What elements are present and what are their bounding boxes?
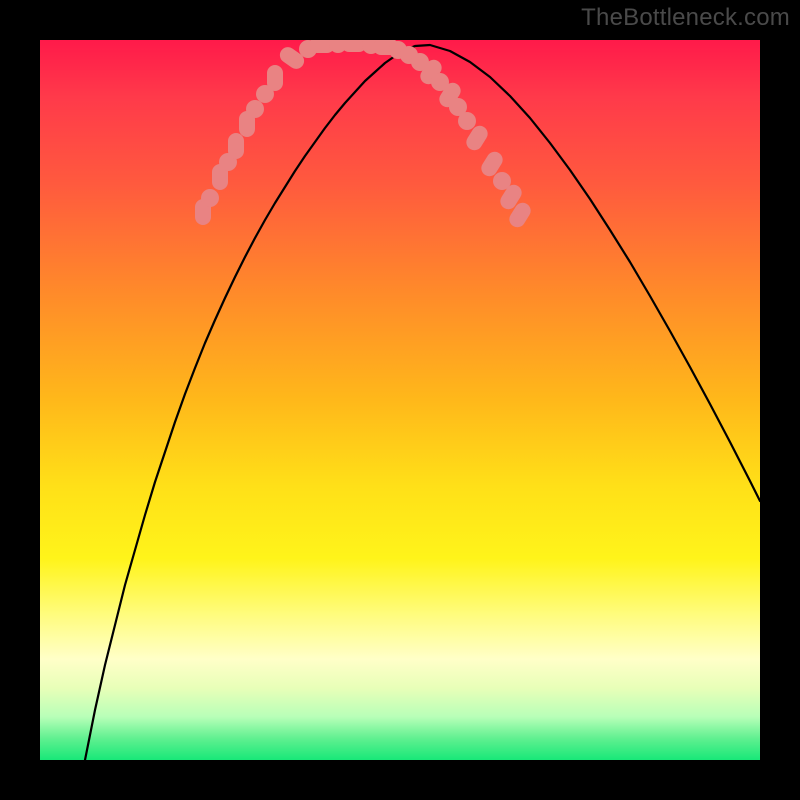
- chart-svg: [40, 40, 760, 760]
- chart-frame: TheBottleneck.com: [0, 0, 800, 800]
- bottleneck-curve: [85, 45, 760, 760]
- marker-point: [228, 133, 244, 159]
- marker-point: [267, 65, 283, 91]
- marker-point: [201, 189, 219, 207]
- plot-area: [40, 40, 760, 760]
- data-markers: [195, 40, 534, 230]
- marker-point: [458, 112, 476, 130]
- watermark-text: TheBottleneck.com: [581, 4, 790, 32]
- marker-point: [246, 100, 264, 118]
